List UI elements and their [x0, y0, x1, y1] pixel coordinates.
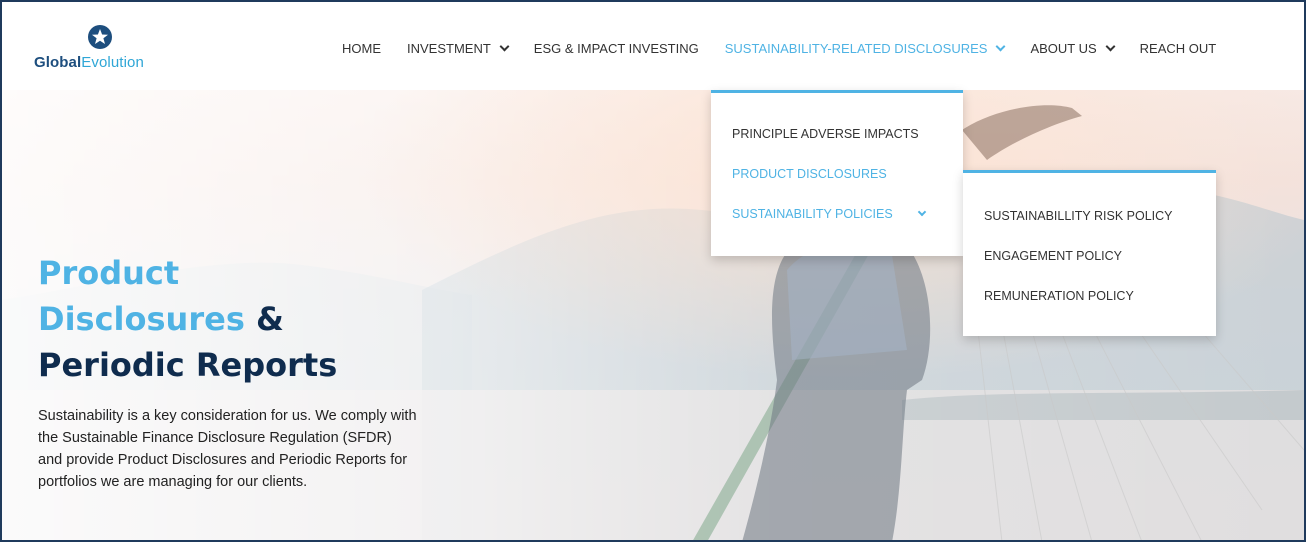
- menu-item-sustainability-risk-policy[interactable]: SUSTAINABILLITY RISK POLICY: [984, 209, 1173, 223]
- site-header: GlobalEvolution HOME INVESTMENT ESG & IM…: [2, 2, 1304, 90]
- submenu-item-label: SUSTAINABILLITY RISK POLICY: [984, 209, 1173, 223]
- nav-about-us[interactable]: ABOUT US: [1030, 40, 1116, 56]
- menu-item-remuneration-policy[interactable]: REMUNERATION POLICY: [984, 289, 1134, 303]
- nav-esg-impact[interactable]: ESG & IMPACT INVESTING: [534, 41, 699, 56]
- hero-title-line3: Periodic Reports: [38, 346, 338, 384]
- star-circle-icon: [88, 25, 112, 49]
- logo-text-global: Global: [34, 54, 82, 71]
- chevron-down-icon: [1105, 41, 1116, 51]
- menu-item-label: SUSTAINABILITY POLICIES: [732, 207, 893, 221]
- menu-item-label: PRINCIPLE ADVERSE IMPACTS: [732, 127, 919, 141]
- nav-home-label: HOME: [342, 40, 381, 56]
- nav-investment[interactable]: INVESTMENT: [407, 40, 510, 56]
- logo[interactable]: GlobalEvolution: [34, 24, 174, 74]
- chevron-down-icon: [917, 207, 926, 217]
- submenu-item-label: ENGAGEMENT POLICY: [984, 249, 1122, 263]
- nav-sustainability-disclosures[interactable]: SUSTAINABILITY-RELATED DISCLOSURES: [724, 40, 1006, 56]
- nav-sustainability-label: SUSTAINABILITY-RELATED DISCLOSURES: [724, 40, 988, 56]
- logo-text-evolution: Evolution: [81, 54, 144, 71]
- logo-text: GlobalEvolution: [34, 54, 144, 71]
- menu-item-principle-adverse-impacts[interactable]: PRINCIPLE ADVERSE IMPACTS: [732, 127, 919, 141]
- chevron-down-icon: [996, 41, 1006, 51]
- menu-item-sustainability-policies[interactable]: SUSTAINABILITY POLICIES: [732, 207, 926, 221]
- submenu-item-label: REMUNERATION POLICY: [984, 289, 1134, 303]
- sustainability-dropdown-menu: PRINCIPLE ADVERSE IMPACTS PRODUCT DISCLO…: [711, 90, 963, 256]
- hero-description: Sustainability is a key consideration fo…: [38, 408, 417, 490]
- browser-frame: Product Disclosures & Periodic Reports S…: [0, 0, 1306, 542]
- hero-title-line1: Product: [38, 254, 180, 292]
- nav-investment-label: INVESTMENT: [407, 40, 491, 56]
- nav-home[interactable]: HOME: [342, 41, 381, 56]
- hero-title: Product Disclosures & Periodic Reports: [38, 250, 418, 388]
- menu-item-product-disclosures[interactable]: PRODUCT DISCLOSURES: [732, 167, 887, 181]
- nav-esg-label: ESG & IMPACT INVESTING: [533, 40, 699, 56]
- main-nav: HOME INVESTMENT ESG & IMPACT INVESTING S…: [342, 38, 1216, 58]
- nav-about-label: ABOUT US: [1030, 40, 1097, 56]
- hero-title-line2a: Disclosures: [38, 300, 245, 338]
- nav-reach-out-label: REACH OUT: [1139, 40, 1217, 56]
- menu-item-engagement-policy[interactable]: ENGAGEMENT POLICY: [984, 249, 1122, 263]
- nav-reach-out[interactable]: REACH OUT: [1140, 41, 1217, 56]
- sustainability-policies-submenu: SUSTAINABILLITY RISK POLICY ENGAGEMENT P…: [963, 170, 1216, 336]
- chevron-down-icon: [499, 41, 510, 51]
- hero-title-line2b: &: [244, 300, 284, 338]
- menu-item-label: PRODUCT DISCLOSURES: [732, 167, 887, 181]
